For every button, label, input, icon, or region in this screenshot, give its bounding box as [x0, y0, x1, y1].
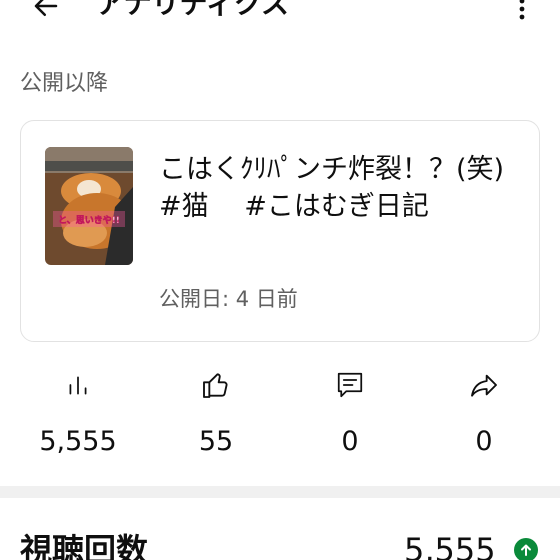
stats-row: 5,555 55 0 0 [0, 360, 560, 470]
video-thumbnail[interactable]: と、思いきや!! [45, 147, 133, 265]
thumbnail-caption: と、思いきや!! [58, 215, 120, 226]
arrow-up-icon [521, 544, 531, 556]
video-card[interactable]: と、思いきや!! こはくｸﾘﾊﾟンチ炸裂！？(笑) #猫 #こはむぎ日記 公開日… [20, 120, 540, 342]
bar-chart-icon [69, 376, 87, 395]
video-title[interactable]: こはくｸﾘﾊﾟンチ炸裂！？(笑) #猫 #こはむぎ日記 [159, 151, 531, 225]
thumbs-up-icon [203, 373, 228, 398]
metric-value: 5,555 [404, 531, 496, 560]
section-divider [0, 486, 560, 498]
share-icon [471, 374, 497, 397]
metric-label: 視聴回数 [20, 531, 149, 560]
more-vert-icon [519, 0, 525, 20]
views-count: 5,555 [39, 426, 117, 457]
stat-views: 5,555 [18, 360, 138, 462]
publish-date: 公開日: 4 日前 [159, 287, 298, 311]
trend-up-badge [514, 538, 538, 560]
thumbnail-image: と、思いきや!! [45, 147, 133, 265]
stat-shares: 0 [424, 360, 544, 462]
arrow-left-icon [34, 0, 58, 16]
more-options-button[interactable] [510, 0, 534, 24]
page-title: アナリティクス [96, 0, 289, 20]
shares-count: 0 [475, 426, 493, 457]
back-button[interactable] [28, 0, 64, 24]
views-metric-row[interactable]: 視聴回数 5,555 [0, 498, 560, 560]
stat-comments: 0 [290, 360, 410, 462]
comment-icon [337, 372, 363, 398]
likes-count: 55 [198, 426, 234, 457]
top-bar: アナリティクス [0, 0, 560, 34]
stat-likes: 55 [156, 360, 276, 462]
comments-count: 0 [341, 426, 359, 457]
period-label: 公開以降 [20, 71, 109, 96]
